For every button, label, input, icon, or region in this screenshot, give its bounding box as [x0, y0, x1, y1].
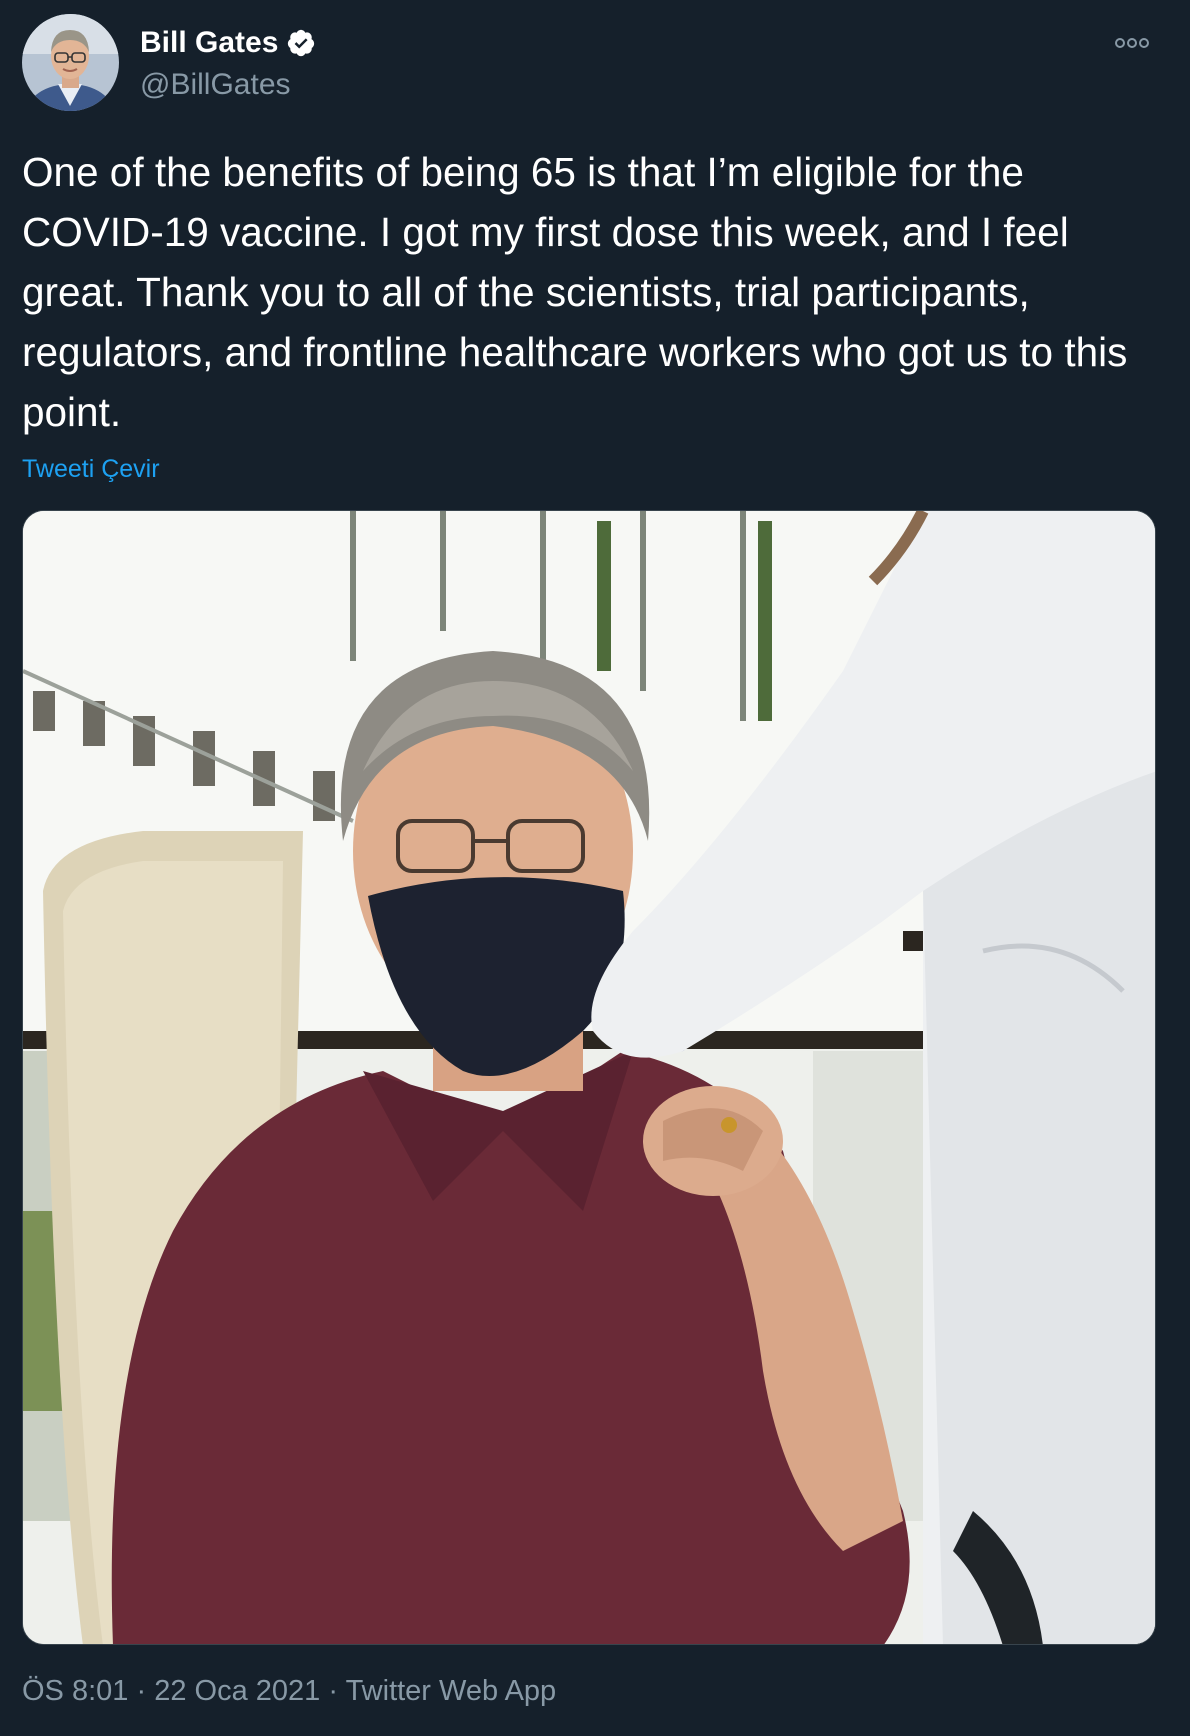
more-options-icon[interactable]: [1112, 28, 1152, 58]
tweet-card: Bill Gates @BillGates One of the benefit…: [0, 0, 1190, 1736]
tweet-photo[interactable]: [22, 510, 1156, 1645]
meta-separator: ·: [328, 1675, 339, 1707]
tweet-header: Bill Gates @BillGates: [22, 14, 1168, 114]
tweet-time[interactable]: ÖS 8:01: [22, 1675, 128, 1707]
vaccination-photo-icon: [23, 511, 1155, 1644]
tweet-date[interactable]: 22 Oca 2021: [154, 1675, 320, 1707]
translate-tweet-link[interactable]: Tweeti Çevir: [22, 455, 160, 484]
author-avatar[interactable]: [22, 14, 119, 111]
avatar-image: [22, 14, 119, 111]
tweet-source[interactable]: Twitter Web App: [346, 1675, 557, 1707]
tweet-meta: ÖS 8:01 · 22 Oca 2021 · Twitter Web App: [22, 1675, 556, 1708]
meta-separator: ·: [136, 1675, 147, 1707]
author-name[interactable]: Bill Gates: [140, 26, 278, 60]
author-handle[interactable]: @BillGates: [140, 68, 291, 102]
tweet-text: One of the benefits of being 65 is that …: [22, 149, 1128, 435]
verified-badge-icon: [288, 29, 315, 57]
author-name-row: Bill Gates: [140, 26, 316, 60]
